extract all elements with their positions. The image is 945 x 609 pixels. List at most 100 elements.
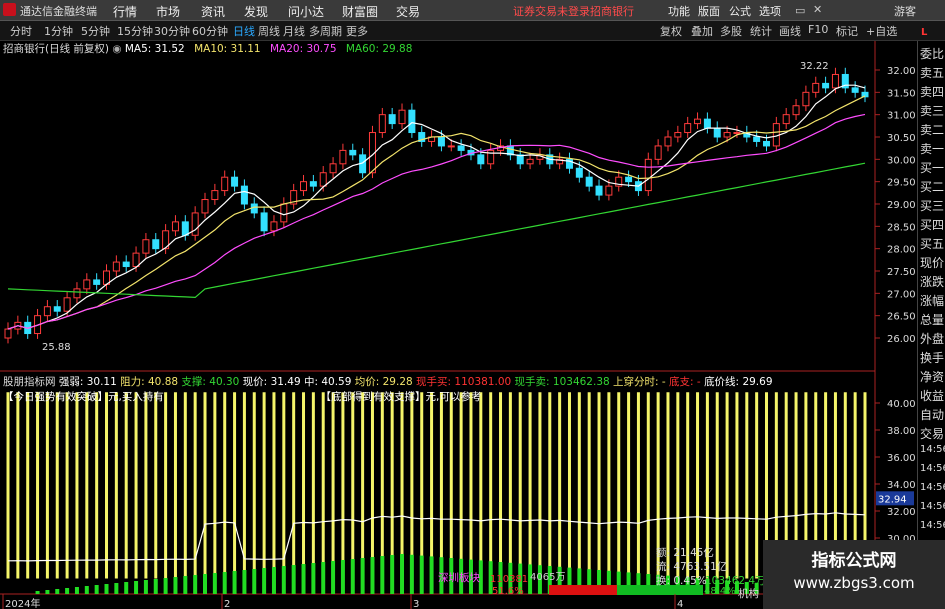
- tab-daily[interactable]: 日线: [233, 23, 255, 39]
- float-text: 流: 4763.51亿: [656, 561, 728, 573]
- menu-shichang[interactable]: 市场: [156, 3, 180, 20]
- indicator-item: 中: 40.59: [303, 376, 355, 388]
- tab-15min[interactable]: 15分钟: [117, 23, 153, 39]
- candle-body: [802, 91, 810, 107]
- candle-body: [822, 82, 830, 89]
- panel-item[interactable]: 买二: [920, 178, 944, 195]
- indicator-values: 强弱: 30.11 阻力: 40.88 支撑: 40.30 现价: 31.49 …: [59, 376, 773, 388]
- low-price-label: 25.88: [42, 342, 71, 353]
- panel-item[interactable]: 净资: [920, 368, 944, 385]
- close-icon[interactable]: ✕: [813, 3, 822, 16]
- panel-item[interactable]: 总量: [920, 311, 944, 328]
- candle-body: [309, 181, 317, 187]
- indicator-item: 底支: -: [669, 376, 705, 388]
- panel-item[interactable]: 交易: [920, 425, 944, 442]
- panel-item[interactable]: 买四: [920, 216, 944, 233]
- panel-item[interactable]: 现价: [920, 254, 944, 271]
- buy-ratio-bar: [549, 585, 617, 595]
- candle-body: [851, 87, 859, 93]
- signal-a: 【今日强势有效突破】元,买入持有: [3, 391, 164, 403]
- panel-item[interactable]: 换手: [920, 349, 944, 366]
- tab-multi-period[interactable]: 多周期: [309, 23, 342, 39]
- candle-body: [753, 136, 761, 142]
- panel-item[interactable]: 14:56: [920, 463, 945, 474]
- btn-diejia[interactable]: 叠加: [691, 23, 713, 39]
- candle-body: [408, 109, 416, 134]
- login-notice[interactable]: 证券交易未登录: [513, 3, 590, 19]
- ind-y-tick-label: 34.00: [887, 480, 916, 491]
- panel-item[interactable]: 买三: [920, 197, 944, 214]
- btn-huaxian[interactable]: 画线: [779, 23, 801, 39]
- panel-item[interactable]: 买一: [920, 159, 944, 176]
- amount-text: 额: 21.45亿: [656, 547, 714, 559]
- menu-zixun[interactable]: 资讯: [201, 3, 225, 20]
- candle-body: [73, 288, 81, 299]
- y-tick-label: 27.50: [887, 267, 916, 278]
- title-bar: 通达信金融终端 行情 市场 资讯 发现 问小达 财富圈 交易 证券交易未登录 招…: [0, 0, 945, 21]
- candle-body: [398, 109, 406, 125]
- menu-xuanxiang[interactable]: 选项: [759, 3, 781, 19]
- btn-duogu[interactable]: 多股: [720, 23, 742, 39]
- panel-item[interactable]: 14:56: [920, 482, 945, 493]
- watermark-url: www.zbgs3.com: [793, 574, 915, 592]
- panel-item[interactable]: 委比: [920, 45, 944, 62]
- menu-hangqing[interactable]: 行情: [113, 3, 137, 20]
- panel-item[interactable]: 卖四: [920, 83, 944, 100]
- menu-caifuquan[interactable]: 财富圈: [342, 3, 378, 20]
- panel-item[interactable]: 卖三: [920, 102, 944, 119]
- indicator-item: 现手买: 110381.00: [416, 376, 515, 388]
- panel-item[interactable]: 涨跌: [920, 273, 944, 290]
- indicator-item: 支撑: 40.30: [181, 376, 243, 388]
- menu-faxian[interactable]: 发现: [244, 3, 268, 20]
- panel-item[interactable]: 外盘: [920, 330, 944, 347]
- tab-fenshi[interactable]: 分时: [10, 23, 32, 39]
- tab-60min[interactable]: 60分钟: [192, 23, 228, 39]
- panel-item[interactable]: 卖五: [920, 64, 944, 81]
- tab-more[interactable]: 更多: [346, 23, 368, 39]
- panel-item[interactable]: 自动: [920, 406, 944, 423]
- kline-chart[interactable]: 32.00 31.50 31.00 30.50 30.00 29.50 29.00 28.50…: [0, 41, 917, 609]
- menu-gongshi[interactable]: 公式: [729, 3, 751, 19]
- candle-body: [4, 328, 12, 339]
- panel-item[interactable]: 收益: [920, 387, 944, 404]
- candle-body: [733, 132, 741, 135]
- stock-name-notice: 招商银行: [590, 5, 634, 18]
- panel-item[interactable]: 14:56: [920, 501, 945, 512]
- menu-wenxiaoda[interactable]: 问小达: [288, 3, 324, 20]
- menu-gongneng[interactable]: 功能: [668, 3, 690, 19]
- panel-item[interactable]: 14:56: [920, 520, 945, 531]
- panel-item[interactable]: 卖一: [920, 140, 944, 157]
- y-tick-label: 26.00: [887, 334, 916, 345]
- btn-biaoji[interactable]: 标记: [836, 23, 858, 39]
- ind-y-tick-label: 38.00: [887, 426, 916, 437]
- sector-label[interactable]: 深圳板块: [438, 570, 480, 585]
- btn-tongji[interactable]: 统计: [750, 23, 772, 39]
- indicator-name[interactable]: 股朋指标网: [3, 376, 56, 388]
- candle-body: [171, 221, 179, 232]
- btn-f10[interactable]: F10: [808, 23, 828, 36]
- app-logo-icon: [3, 3, 16, 16]
- tab-5min[interactable]: 5分钟: [81, 23, 110, 39]
- candle-body: [447, 145, 455, 148]
- menu-banmian[interactable]: 版面: [698, 3, 720, 19]
- tab-weekly[interactable]: 周线: [258, 23, 280, 39]
- panel-item[interactable]: 卖二: [920, 121, 944, 138]
- btn-fuquan[interactable]: 复权: [660, 23, 682, 39]
- panel-item[interactable]: 14:56: [920, 444, 945, 455]
- candle-body: [280, 203, 288, 223]
- panel-item[interactable]: 涨幅: [920, 292, 944, 309]
- ma10-label: MA10: 31.11: [194, 43, 261, 55]
- tab-1min[interactable]: 1分钟: [44, 23, 73, 39]
- tab-monthly[interactable]: 月线: [283, 23, 305, 39]
- candle-body: [181, 221, 189, 236]
- btn-add-favorite[interactable]: +自选: [866, 23, 897, 39]
- panel-item[interactable]: 买五: [920, 235, 944, 252]
- minimize-icon[interactable]: ▭: [795, 4, 805, 17]
- guest-label[interactable]: 游客: [894, 3, 916, 19]
- indicator-item: 现价: 31.49: [242, 376, 304, 388]
- settings-gear-icon[interactable]: ◉: [112, 43, 125, 55]
- tab-30min[interactable]: 30分钟: [154, 23, 190, 39]
- green-pct-text: 48.4%: [704, 586, 736, 597]
- candle-body: [605, 185, 613, 196]
- menu-jiaoyi[interactable]: 交易: [396, 3, 420, 20]
